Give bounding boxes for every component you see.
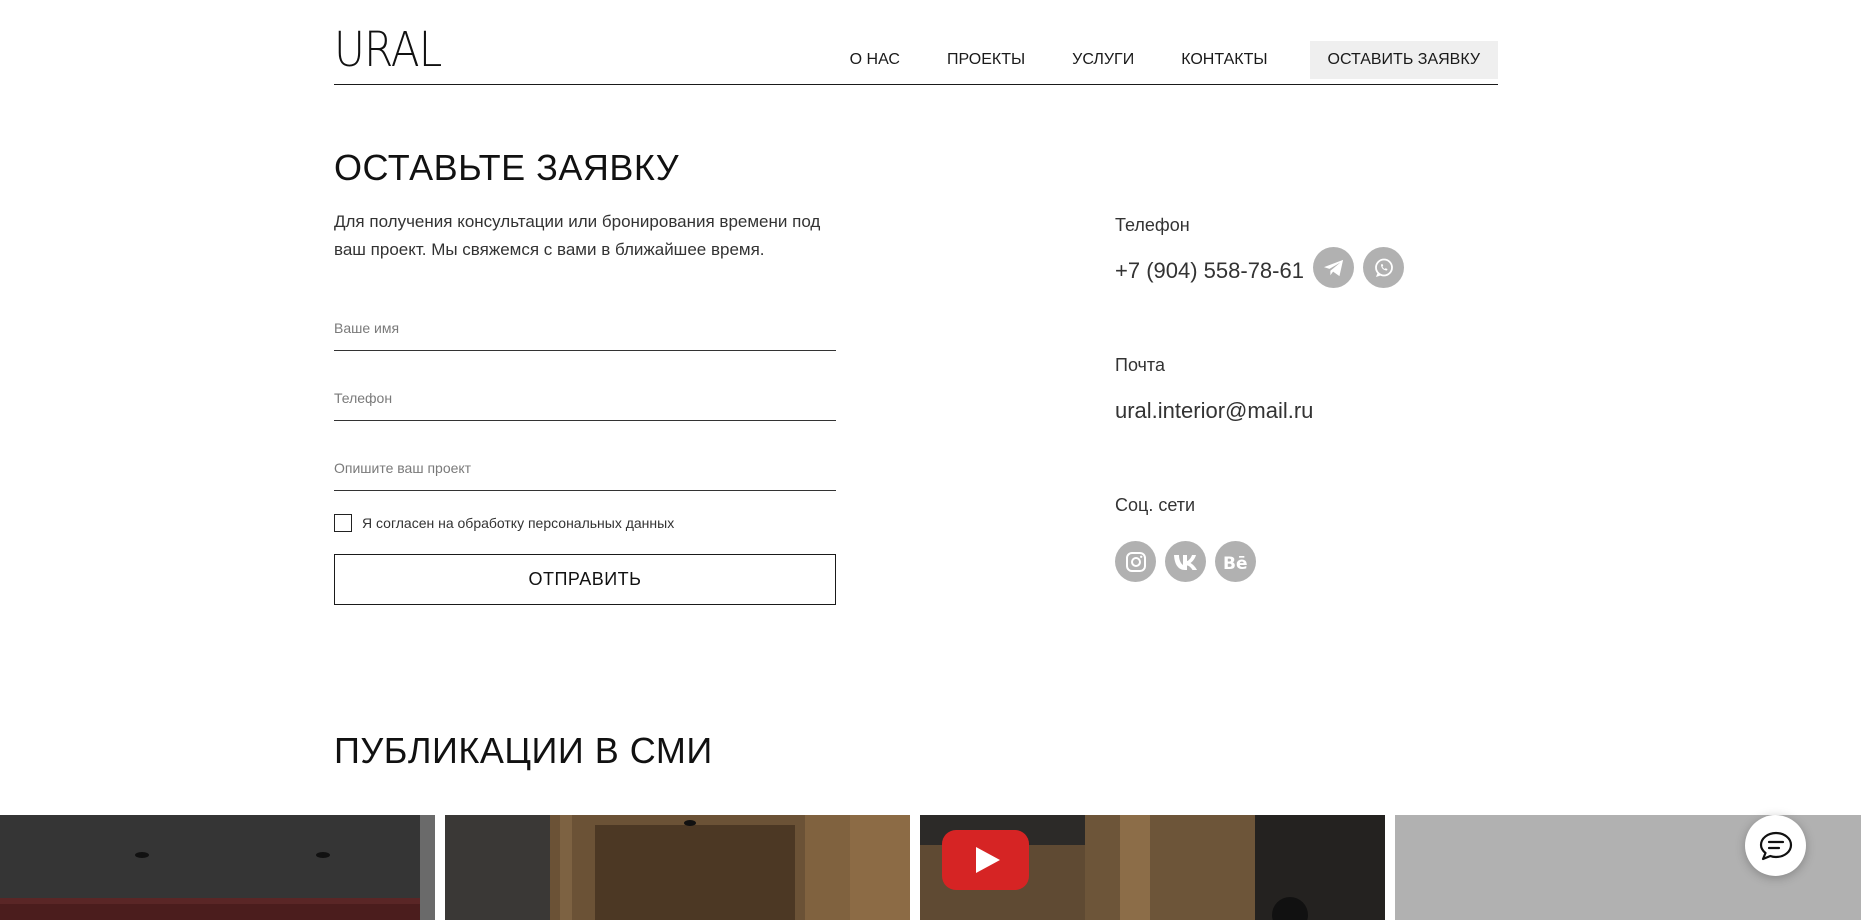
publication-tile[interactable] <box>0 815 435 920</box>
email-label: Почта <box>1115 355 1165 375</box>
instagram-glyph <box>1125 551 1146 572</box>
nav-services[interactable]: УСЛУГИ <box>1072 51 1134 69</box>
whatsapp-icon[interactable] <box>1363 247 1404 288</box>
phone-value[interactable]: +7 (904) 558-78-61 <box>1115 258 1304 284</box>
interior-photo-2 <box>445 815 910 920</box>
name-input[interactable] <box>334 306 836 351</box>
leave-request-button[interactable]: ОСТАВИТЬ ЗАЯВКУ <box>1309 41 1498 79</box>
social-label: Соц. сети <box>1115 495 1196 515</box>
chat-button[interactable] <box>1745 815 1806 876</box>
behance-icon[interactable]: Bē <box>1215 541 1256 582</box>
telegram-glyph <box>1323 259 1343 276</box>
consent-label: Я согласен на обработку персональных дан… <box>362 515 675 531</box>
telegram-icon[interactable] <box>1313 247 1354 288</box>
vk-icon[interactable] <box>1165 541 1206 582</box>
consent-row: Я согласен на обработку персональных дан… <box>334 514 674 532</box>
nav-projects[interactable]: ПРОЕКТЫ <box>947 51 1025 69</box>
behance-glyph: Bē <box>1223 554 1248 572</box>
consent-checkbox[interactable] <box>334 514 352 532</box>
interior-photo-1 <box>0 815 435 920</box>
chat-icon <box>1759 831 1792 860</box>
nav-about[interactable]: О НАС <box>850 51 900 69</box>
phone-input[interactable] <box>334 376 836 421</box>
email-value[interactable]: ural.interior@mail.ru <box>1115 398 1313 424</box>
main-nav: О НАС ПРОЕКТЫ УСЛУГИ КОНТАКТЫ ОСТАВИТЬ З… <box>803 41 1498 79</box>
project-input[interactable] <box>334 446 836 491</box>
submit-button[interactable]: ОТПРАВИТЬ <box>334 554 836 605</box>
svg-text:Bē: Bē <box>1223 554 1248 572</box>
nav-contacts[interactable]: КОНТАКТЫ <box>1181 51 1267 69</box>
publication-tile[interactable] <box>445 815 910 920</box>
vk-glyph <box>1173 554 1197 570</box>
publications-gallery <box>0 815 1861 920</box>
site-header: URAL О НАС ПРОЕКТЫ УСЛУГИ КОНТАКТЫ ОСТАВ… <box>334 0 1498 85</box>
youtube-play-icon[interactable] <box>942 830 1029 890</box>
instagram-icon[interactable] <box>1115 541 1156 582</box>
form-lead: Для получения консультации или бронирова… <box>334 212 821 259</box>
whatsapp-glyph <box>1374 258 1393 277</box>
play-glyph <box>942 830 1029 890</box>
publications-title: ПУБЛИКАЦИИ В СМИ <box>334 730 713 771</box>
phone-label: Телефон <box>1115 215 1190 235</box>
logo[interactable]: URAL <box>334 22 442 78</box>
form-title: ОСТАВЬТЕ ЗАЯВКУ <box>334 147 680 188</box>
